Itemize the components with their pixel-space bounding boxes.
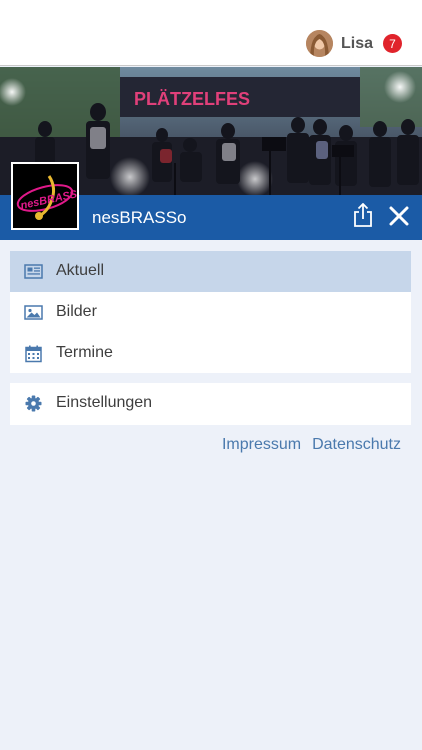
menu-item-termine[interactable]: Termine [10,333,411,374]
notification-badge[interactable]: 7 [383,34,402,53]
image-icon [24,303,43,322]
newspaper-icon [24,262,43,281]
menu-item-label: Einstellungen [56,394,153,411]
calendar-icon [24,344,43,363]
group-logo: nesBRASSo [11,162,79,230]
impressum-link[interactable]: Impressum [222,436,301,454]
footer-links: Impressum Datenschutz [211,436,401,454]
user-menu[interactable]: Lisa 7 [305,30,402,57]
menu-item-einstellungen[interactable]: Einstellungen [10,383,411,424]
settings-menu: Einstellungen [10,383,411,425]
share-icon[interactable] [352,202,374,227]
menu-item-label: Bilder [56,303,97,320]
menu-item-label: Aktuell [56,262,105,279]
user-name[interactable]: Lisa [341,35,373,53]
stage-sign-text: PLÄTZELFES [134,89,250,109]
gear-icon [24,394,43,413]
main-menu: Aktuell Bilder Termine [10,251,411,373]
close-icon[interactable] [388,205,410,227]
top-bar: Lisa 7 [0,0,422,66]
avatar[interactable] [305,30,333,57]
group-name: nesBRASSo [92,208,187,227]
datenschutz-link[interactable]: Datenschutz [312,436,401,454]
menu-item-aktuell[interactable]: Aktuell [10,251,411,292]
menu-item-label: Termine [56,344,113,361]
menu-item-bilder[interactable]: Bilder [10,292,411,333]
